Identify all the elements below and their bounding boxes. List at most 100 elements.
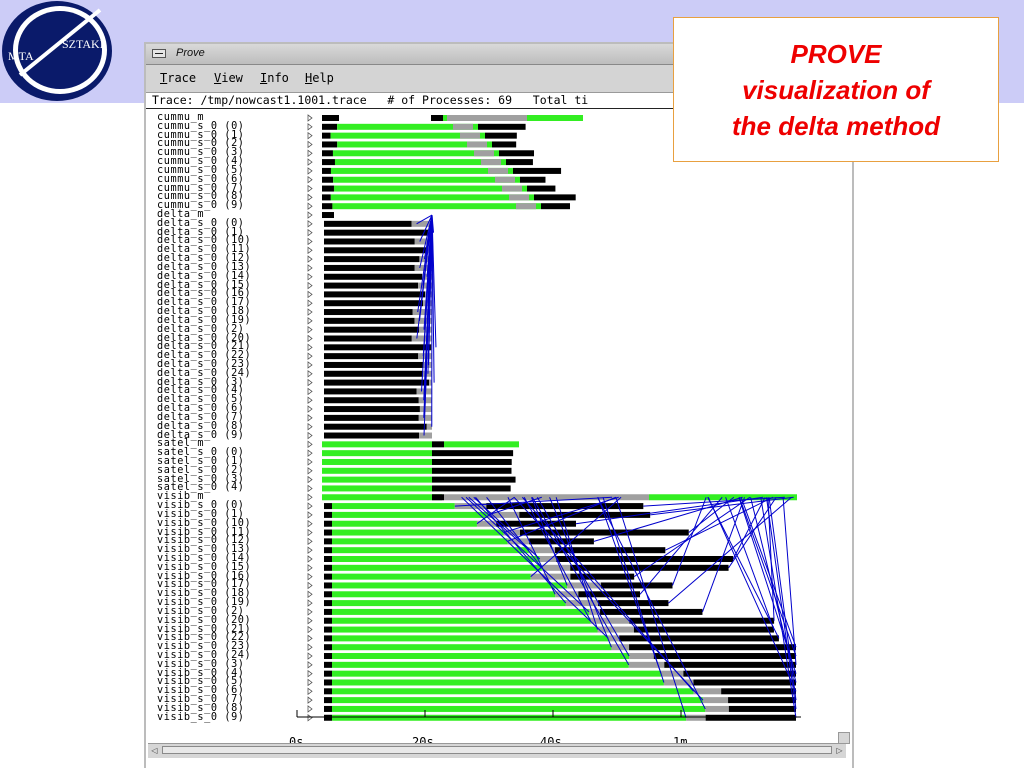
process-bar-green [322, 458, 432, 465]
process-bar-gray [541, 564, 571, 571]
process-bar-green [332, 617, 591, 624]
triangle-marker-icon [307, 431, 313, 440]
process-bar-green [332, 714, 687, 721]
triangle-marker-icon [307, 458, 313, 466]
process-bar-black [322, 123, 338, 130]
process-bar-black [324, 635, 332, 642]
process-bar-gray [419, 406, 432, 413]
process-bar-green [332, 608, 589, 615]
triangle-marker-icon [307, 493, 313, 502]
process-bar-black [324, 538, 332, 545]
triangle-marker-icon [307, 608, 313, 616]
triangle-marker-icon [307, 590, 313, 599]
process-bar-black [324, 670, 332, 677]
process-bar-green [330, 167, 513, 174]
callout-line-3: the delta method [731, 110, 940, 141]
process-bar-black [431, 115, 443, 121]
process-bar-black [324, 653, 332, 660]
process-bar-gray [426, 423, 432, 430]
process-bar-black [629, 617, 775, 624]
process-bar-green [332, 600, 566, 607]
process-bar-black [322, 176, 334, 183]
process-bar-black [324, 273, 423, 280]
process-bar-black [324, 309, 413, 316]
process-bar-black [683, 670, 796, 677]
triangle-marker-icon [307, 220, 313, 228]
triangle-marker-icon [307, 193, 313, 202]
process-bar-gray [460, 132, 480, 139]
process-bar-black [432, 450, 514, 457]
triangle-marker-icon [307, 466, 313, 475]
scrollbar-thumb[interactable] [162, 746, 832, 754]
process-bar-black [322, 167, 331, 174]
process-bar-black [598, 600, 669, 607]
process-bar-black [324, 388, 417, 395]
process-bar-black [520, 176, 546, 183]
process-bar-green [332, 203, 541, 210]
process-bar-green [330, 194, 534, 201]
message-line [633, 496, 751, 578]
process-bar-black [324, 423, 427, 430]
process-bar-black [633, 626, 774, 633]
triangle-marker-icon [307, 114, 313, 122]
process-bar-green [332, 538, 508, 545]
process-bar-black [721, 688, 796, 695]
triangle-marker-icon [307, 713, 313, 722]
process-bar-black [556, 556, 734, 562]
process-bar-green [332, 564, 542, 571]
process-bar-black [506, 159, 533, 166]
triangle-marker-icon [307, 149, 313, 158]
triangle-marker-icon [307, 634, 313, 643]
triangle-marker-icon [307, 705, 313, 713]
process-bar-black [432, 458, 512, 465]
process-bar-green [332, 503, 455, 510]
logo-text-right: SZTAKI [62, 37, 104, 51]
process-bar-black [324, 326, 420, 333]
triangle-marker-icon [307, 334, 313, 343]
triangle-marker-icon [307, 405, 313, 413]
arrow-left-icon[interactable]: ◁ [150, 746, 159, 755]
triangle-marker-icon [307, 264, 313, 272]
triangle-marker-icon [307, 237, 313, 246]
triangle-marker-icon [307, 484, 313, 493]
process-bar-green [332, 556, 540, 562]
triangle-marker-icon [307, 616, 313, 625]
process-bar-black [322, 185, 334, 192]
triangle-marker-icon [307, 299, 313, 308]
process-bar-green [322, 441, 432, 448]
process-bar-black [324, 511, 332, 518]
process-bar-black [322, 141, 338, 148]
process-bar-black [499, 150, 535, 157]
callout-line-1: PROVE [790, 38, 882, 69]
triangle-marker-icon [307, 414, 313, 422]
triangle-marker-icon [307, 175, 313, 184]
process-bar-gray [453, 123, 473, 130]
triangle-marker-icon [307, 502, 313, 510]
triangle-marker-icon [307, 599, 313, 607]
process-bar-green [322, 450, 432, 457]
triangle-marker-icon [307, 123, 313, 131]
process-bar-black [324, 520, 332, 527]
process-bar-black [324, 503, 332, 510]
process-bar-green [322, 494, 442, 501]
process-bar-black [324, 679, 332, 686]
process-bar-black [324, 661, 332, 668]
message-line [639, 496, 723, 595]
process-bar-black [324, 626, 332, 633]
process-bar-gray [702, 697, 729, 704]
triangle-marker-icon [307, 131, 313, 140]
triangle-marker-icon [307, 387, 313, 396]
process-bar-black [324, 335, 412, 342]
process-bar-black [324, 238, 415, 245]
process-bar-black [432, 476, 516, 483]
triangle-marker-icon [307, 652, 313, 660]
process-bar-black [324, 406, 420, 413]
process-bar-black [492, 141, 517, 148]
arrow-right-icon[interactable]: ▷ [835, 746, 844, 755]
process-bar-black [485, 132, 517, 139]
triangle-marker-icon [307, 572, 313, 581]
triangle-marker-icon [307, 281, 313, 290]
process-bar-black [324, 370, 423, 377]
horizontal-scrollbar[interactable]: ◁ ▷ [148, 743, 846, 758]
triangle-marker-icon [307, 564, 313, 572]
